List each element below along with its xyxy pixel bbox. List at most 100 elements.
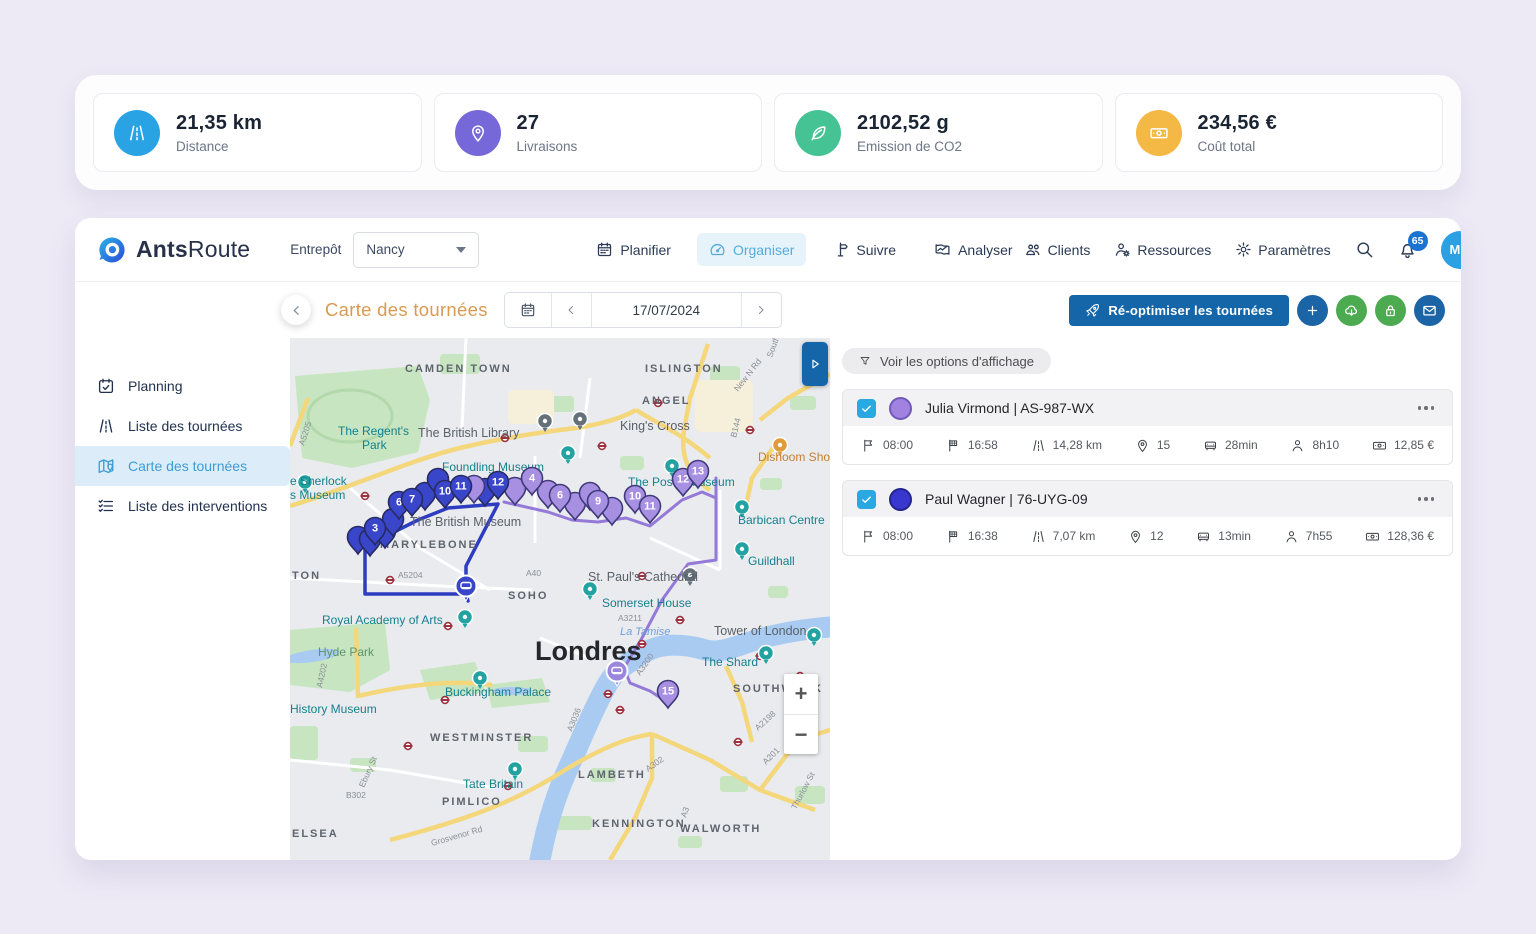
map-label: ISLINGTON [645, 363, 723, 375]
vehicle-marker [612, 672, 622, 673]
zoom-in-button[interactable]: + [784, 674, 818, 714]
map-label: Tower of London [714, 624, 806, 638]
route-card: Julia Virmond | AS-987-WX 08:00 16:58 14… [842, 389, 1453, 465]
stat-card-cost: 234,56 € Coût total [1115, 93, 1444, 172]
map-label: St. Paul's Cathedral [588, 570, 698, 584]
transit-station-icon [598, 445, 607, 447]
banknote-icon [1365, 529, 1380, 544]
map-pin-number: 3 [372, 523, 378, 535]
date-next-button[interactable] [741, 293, 781, 327]
mail-button[interactable] [1414, 295, 1445, 326]
warehouse-select[interactable]: Nancy [353, 232, 479, 268]
banknote-icon [1136, 110, 1182, 156]
export-cloud-button[interactable] [1336, 295, 1367, 326]
map-canvas[interactable]: CAMDEN TOWNISLINGTONANGELMARYLEBONESOHOW… [290, 338, 830, 860]
menu-clients[interactable]: Clients [1025, 241, 1091, 258]
car-icon [1196, 529, 1211, 544]
menu-parametres[interactable]: Paramètres [1235, 241, 1330, 258]
map-pin-number: 4 [529, 473, 536, 485]
map[interactable]: CAMDEN TOWNISLINGTONANGELMARYLEBONESOHOW… [290, 338, 830, 860]
toolbar: Carte des tournées 17/07/2024 Ré-optimis… [75, 282, 1461, 338]
route-card: Paul Wagner | 76-UYG-09 08:00 16:38 7,07… [842, 480, 1453, 556]
map-label: B302 [346, 790, 366, 800]
map-label: A3211 [618, 613, 642, 623]
logo-text: AntsRoute [136, 236, 250, 263]
map-label: A40 [526, 568, 541, 578]
route-card-header: Paul Wagner | 76-UYG-09 [843, 481, 1452, 517]
warehouse-label: Entrepôt [290, 242, 341, 257]
display-options-button[interactable]: Voir les options d'affichage [842, 348, 1051, 374]
stat-value: 234,56 € [1198, 112, 1277, 135]
sidebar-item-liste-interventions[interactable]: Liste des interventions [75, 486, 290, 526]
vehicle-marker[interactable] [456, 576, 477, 597]
menu-ressources[interactable]: Ressources [1114, 241, 1211, 258]
map-pin-number: 10 [629, 491, 641, 503]
poi-marker [670, 464, 674, 468]
stat-label: Coût total [1198, 139, 1277, 154]
map-label: The Regent's [338, 424, 409, 438]
map-label: The British Library [418, 426, 520, 440]
road-icon [1031, 438, 1046, 453]
map-label: KENNINGTON [592, 818, 686, 830]
map-label: ANGEL [642, 395, 691, 407]
sidebar-item-liste-tournees[interactable]: Liste des tournées [75, 406, 290, 446]
transit-station-icon [386, 579, 395, 581]
tab-analyser[interactable]: Analyser [922, 233, 1024, 266]
back-button[interactable] [281, 295, 311, 325]
route-driver: Julia Virmond | AS-987-WX [925, 400, 1094, 416]
app-header: AntsRoute Entrepôt Nancy Planifier Organ… [75, 218, 1461, 282]
calendar-icon[interactable] [505, 293, 551, 327]
leaf-icon [795, 110, 841, 156]
stat-card-co2: 2102,52 g Emission de CO2 [774, 93, 1103, 172]
tab-organiser[interactable]: Organiser [697, 233, 806, 266]
zoom-out-button[interactable]: − [784, 714, 818, 754]
route-checkbox[interactable] [857, 399, 876, 418]
sidebar-item-carte-tournees[interactable]: Carte des tournées [75, 446, 290, 486]
filter-icon [859, 355, 871, 367]
chevron-down-icon [456, 247, 466, 253]
map-label: LAMBETH [578, 769, 646, 781]
vehicle-marker[interactable] [607, 661, 628, 682]
vehicle-marker [461, 587, 471, 588]
main-nav: Planifier Organiser Suivre Analyser [584, 233, 1024, 266]
date-prev-button[interactable] [551, 293, 591, 327]
tab-planifier[interactable]: Planifier [584, 233, 683, 266]
route-checkbox[interactable] [857, 490, 876, 509]
finish-flag-icon [946, 438, 961, 453]
map-label: History Museum [290, 702, 377, 716]
map-pin-number: 7 [409, 494, 415, 506]
more-menu-icon[interactable] [1414, 402, 1439, 414]
landmark-marker [578, 417, 582, 421]
transit-station-icon [604, 693, 613, 695]
route-card-stats: 08:00 16:58 14,28 km 15 28min 8h10 12,85… [843, 426, 1452, 464]
flag-icon [861, 438, 876, 453]
map-label: e Sherlock [290, 474, 348, 488]
landmark-marker [543, 419, 547, 423]
add-button[interactable] [1297, 295, 1328, 326]
sidebar-item-planning[interactable]: Planning [75, 366, 290, 406]
logo-icon [97, 235, 127, 265]
stats-bar: 21,35 km Distance 27 Livraisons 2102,52 … [75, 75, 1461, 190]
route-color-dot [889, 397, 912, 420]
map-label: The British Museum [410, 515, 521, 529]
tab-suivre[interactable]: Suivre [820, 233, 908, 266]
map-label: Buckingham Palace [445, 685, 551, 699]
map-pin-number: 6 [557, 490, 563, 502]
poi-marker [764, 651, 768, 655]
map-label: Somerset House [602, 596, 692, 610]
transit-station-icon [444, 625, 453, 627]
search-icon[interactable] [1355, 240, 1374, 259]
notifications-bell-icon[interactable]: 65 [1398, 240, 1417, 259]
poi-marker [812, 633, 816, 637]
map-label: ELSEA [292, 828, 339, 840]
lock-button[interactable] [1375, 295, 1406, 326]
reoptimize-button[interactable]: Ré-optimiser les tournées [1069, 295, 1289, 326]
map-pin-number: 10 [439, 486, 451, 498]
stat-card-deliveries: 27 Livraisons [434, 93, 763, 172]
map-label: A5204 [398, 570, 423, 580]
panel-toggle-button[interactable] [802, 342, 828, 386]
avatar[interactable]: MH [1441, 231, 1461, 269]
transit-station-icon [441, 699, 450, 701]
more-menu-icon[interactable] [1414, 493, 1439, 505]
map-label: King's Cross [620, 419, 690, 433]
